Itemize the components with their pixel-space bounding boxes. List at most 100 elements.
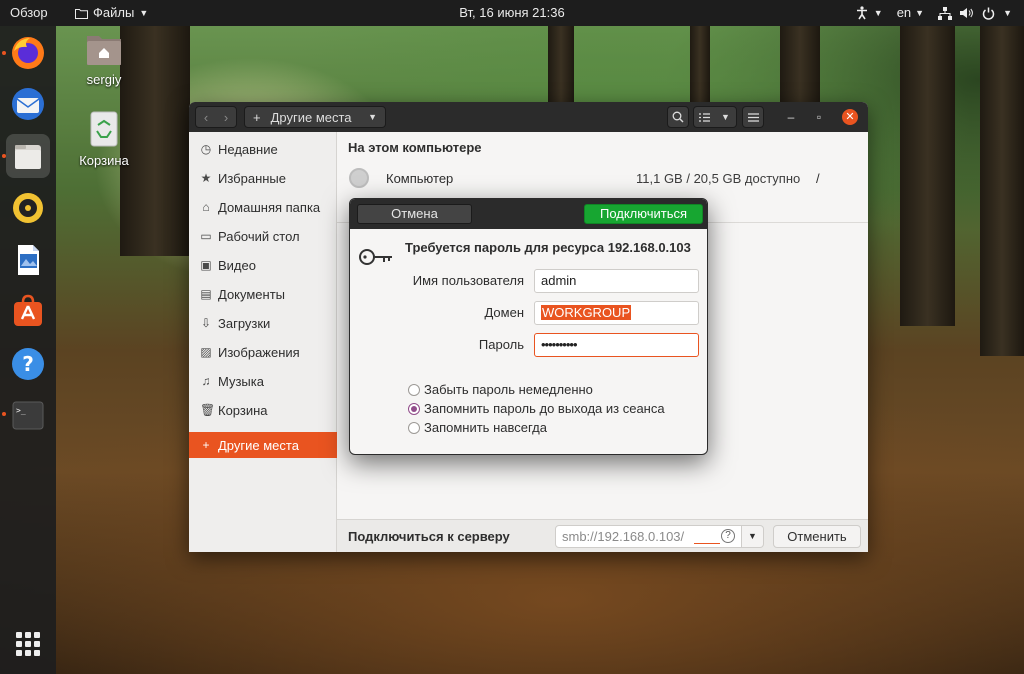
sidebar-item-starred[interactable]: ★ Избранные <box>189 165 337 191</box>
server-address-text: smb://192.168.0.103/ <box>562 529 685 544</box>
section-title: На этом компьютере <box>348 140 482 155</box>
sidebar-item-label: Избранные <box>218 170 286 186</box>
history-nav: ‹ › <box>195 106 237 128</box>
minimize-button[interactable]: – <box>783 109 799 125</box>
cancel-connect-button[interactable]: Отменить <box>773 525 861 548</box>
chevron-down-icon: ▼ <box>873 8 883 18</box>
dock-software[interactable] <box>6 290 50 334</box>
document-icon: ▤ <box>200 287 212 301</box>
chevron-down-icon[interactable]: ▼ <box>715 112 736 122</box>
activities-button[interactable]: Обзор <box>10 0 48 26</box>
close-icon: ✕ <box>845 111 855 123</box>
key-icon <box>359 249 392 265</box>
sidebar-item-label: Рабочий стол <box>218 228 300 244</box>
location-button[interactable]: + Другие места ▼ <box>244 106 386 128</box>
drive-icon <box>349 168 369 188</box>
sidebar-item-label: Изображения <box>218 344 300 360</box>
keyboard-layout-menu[interactable]: en ▼ <box>897 0 924 26</box>
maximize-icon: ▫ <box>816 110 822 124</box>
domain-field[interactable]: WORKGROUP <box>534 301 699 325</box>
plus-icon: + <box>253 109 261 125</box>
writer-icon <box>18 245 39 275</box>
dock-firefox[interactable] <box>6 31 50 75</box>
video-icon: ▣ <box>200 258 212 272</box>
plus-icon: + <box>202 438 210 452</box>
password-field[interactable]: •••••••••• <box>534 333 699 357</box>
home-folder-icon <box>87 36 121 65</box>
sidebar-item-documents[interactable]: ▤ Документы <box>189 281 337 307</box>
dock-rhythmbox[interactable] <box>6 186 50 230</box>
desktop-trash[interactable]: Корзина <box>64 111 144 168</box>
username-field[interactable]: admin <box>534 269 699 293</box>
app-menu-button[interactable]: Файлы ▼ <box>75 0 148 26</box>
download-icon: ⇩ <box>200 316 212 330</box>
password-dialog: Отмена Подключиться Требуется пароль для… <box>349 198 708 455</box>
terminal-icon: >_ <box>12 401 44 430</box>
dock-writer[interactable] <box>6 238 50 282</box>
forward-button[interactable]: › <box>216 110 236 125</box>
dock-thunderbird[interactable] <box>6 82 50 126</box>
accessibility-menu[interactable]: ▼ <box>856 0 883 26</box>
rhythmbox-icon <box>13 193 43 223</box>
sidebar-item-home[interactable]: ⌂ Домашняя папка <box>189 194 337 220</box>
computer-row[interactable]: Компьютер 11,1 GB / 20,5 GB доступно / <box>337 162 868 194</box>
sidebar-item-label: Музыка <box>218 373 264 389</box>
maximize-button[interactable]: ▫ <box>811 109 827 125</box>
sidebar-item-music[interactable]: ♫ Музыка <box>189 368 337 394</box>
help-icon: ? <box>12 348 44 380</box>
password-label: Пароль <box>478 337 524 352</box>
trash-icon <box>90 111 118 147</box>
radio-indicator <box>408 421 420 434</box>
sidebar-item-downloads[interactable]: ⇩ Загрузки <box>189 310 337 336</box>
sidebar-item-label: Другие места <box>218 437 299 453</box>
desktop-home-folder[interactable]: sergiy <box>64 32 144 87</box>
view-toggle[interactable]: ▼ <box>693 106 737 128</box>
desktop-icon: ▭ <box>200 229 212 243</box>
help-icon[interactable]: ? <box>721 529 735 543</box>
close-button[interactable]: ✕ <box>842 109 858 125</box>
volume-icon <box>960 8 974 18</box>
sidebar-item-trash[interactable]: 🗑 Корзина <box>189 397 337 423</box>
dialog-connect-button[interactable]: Подключиться <box>584 204 703 224</box>
sidebar-item-recent[interactable]: ◷ Недавние <box>189 136 337 162</box>
svg-text:>_: >_ <box>16 406 26 415</box>
computer-name: Компьютер <box>386 171 454 186</box>
server-address-input[interactable]: smb://192.168.0.103/ ? <box>555 525 742 548</box>
radio-label: Забыть пароль немедленно <box>424 382 593 397</box>
connect-label: Подключиться к серверу <box>348 529 510 544</box>
chevron-down-icon: ▼ <box>1003 8 1012 18</box>
radio-remember-forever[interactable]: Запомнить навсегда <box>408 420 547 435</box>
show-applications-icon[interactable] <box>16 632 40 656</box>
location-label: Другие места <box>270 109 352 125</box>
chevron-down-icon: ▼ <box>748 531 757 541</box>
sidebar-item-label: Загрузки <box>218 315 271 331</box>
search-button[interactable] <box>667 106 689 128</box>
music-icon: ♫ <box>201 374 211 388</box>
dock-files[interactable] <box>6 134 50 178</box>
sidebar-item-pictures[interactable]: ▨ Изображения <box>189 339 337 365</box>
text-cursor <box>694 543 720 544</box>
search-icon <box>672 111 684 123</box>
radio-forget-immediately[interactable]: Забыть пароль немедленно <box>408 382 593 397</box>
dialog-title: Требуется пароль для ресурса 192.168.0.1… <box>405 240 691 255</box>
sidebar-item-other-locations[interactable]: + Другие места <box>189 432 337 458</box>
menu-button[interactable] <box>742 106 764 128</box>
dialog-cancel-button[interactable]: Отмена <box>357 204 472 224</box>
computer-space: 11,1 GB / 20,5 GB доступно <box>636 171 801 186</box>
dock-terminal[interactable]: >_ <box>6 393 50 437</box>
firefox-icon <box>12 37 44 69</box>
header-bar: ‹ › + Другие места ▼ ▼ – ▫ ✕ <box>189 102 868 132</box>
recent-servers-dropdown[interactable]: ▼ <box>742 525 764 548</box>
list-view-icon[interactable] <box>694 110 715 125</box>
sidebar-item-desktop[interactable]: ▭ Рабочий стол <box>189 223 337 249</box>
image-icon: ▨ <box>200 345 212 359</box>
radio-indicator <box>408 402 420 415</box>
sidebar-item-videos[interactable]: ▣ Видео <box>189 252 337 278</box>
clock[interactable]: Вт, 16 июня 21:36 <box>459 5 564 20</box>
back-button[interactable]: ‹ <box>196 110 216 125</box>
system-menu[interactable]: ▼ <box>938 0 1012 26</box>
places-sidebar: ◷ Недавние ★ Избранные ⌂ Домашняя папка … <box>189 132 337 552</box>
dock-help[interactable]: ? <box>6 342 50 386</box>
dialog-header: Отмена Подключиться <box>350 199 707 229</box>
radio-remember-session[interactable]: Запомнить пароль до выхода из сеанса <box>408 401 665 416</box>
